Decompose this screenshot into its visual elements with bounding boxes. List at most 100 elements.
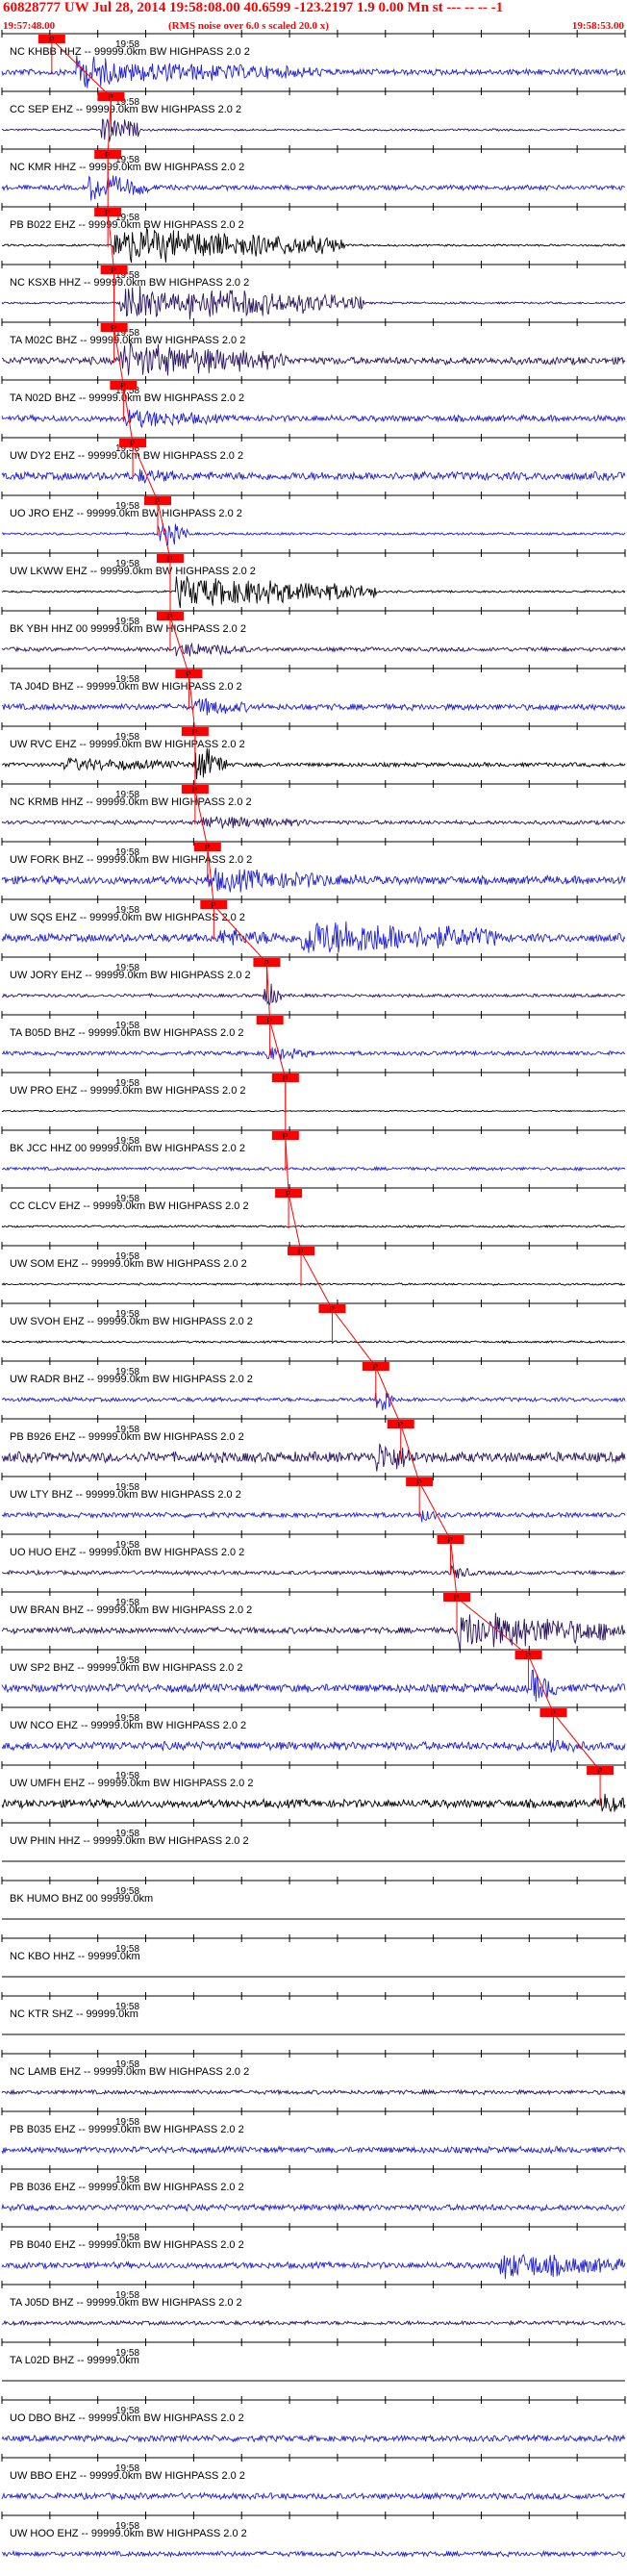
trace-2: 19:58NC KMR HHZ -- 99999.0km BW HIGHPASS… (1, 145, 626, 201)
station-label: UW PHIN HHZ -- 99999.0km BW HIGHPASS 2.0… (10, 1835, 249, 1847)
station-label: UW NCO EHZ -- 99999.0km BW HIGHPASS 2.0 … (10, 1720, 246, 1731)
station-label: NC KBO HHZ -- 99999.0km (10, 1951, 140, 1962)
trace-29: 19:58UW NCO EHZ -- 99999.0km BW HIGHPASS… (1, 1704, 626, 1754)
waveform (1, 2319, 626, 2327)
station-label: NC KRMB HHZ -- 99999.0km BW HIGHPASS 2.0… (10, 796, 252, 808)
station-label: PB B022 EHZ -- 99999.0km BW HIGHPASS 2.0… (10, 219, 244, 231)
station-label: UW LTY BHZ -- 99999.0km BW HIGHPASS 2.0 … (10, 1489, 241, 1501)
trace-38: 19:58PB B040 EHZ -- 99999.0km BW HIGHPAS… (1, 2223, 626, 2280)
waveform (1, 747, 626, 780)
trace-33: 19:58NC KBO HHZ -- 99999.0km (1, 1934, 626, 1978)
waveform (1, 1612, 626, 1654)
waveform (1, 468, 626, 484)
station-label: UW LKWW EHZ -- 99999.0km BW HIGHPASS 2.0… (10, 566, 256, 577)
waveform (1, 1225, 626, 1228)
waveform (1, 816, 626, 829)
trace-42: 19:58UW BBO EHZ -- 99999.0km BW HIGHPASS… (1, 2454, 626, 2501)
trace-4: 19:58NC KSXB HHZ -- 99999.0km BW HIGHPAS… (1, 261, 626, 320)
waveform (1, 1047, 626, 1060)
trace-25: 19:58UW LTY BHZ -- 99999.0km BW HIGHPASS… (1, 1473, 626, 1523)
station-label: NC KTR SHZ -- 99999.0km (10, 2008, 138, 2020)
waveform (1, 286, 626, 320)
waveform (1, 2203, 626, 2212)
trace-10: 19:58BK YBH HHZ 00 99999.0km BW HIGHPASS… (1, 607, 626, 657)
trace-8: 19:58UO JRO EHZ -- 99999.0km BW HIGHPASS… (1, 492, 626, 546)
waveform (1, 1510, 626, 1523)
waveform (1, 2145, 626, 2155)
trace-39: 19:58TA J05D BHZ -- 99999.0km BW HIGHPAS… (1, 2281, 626, 2327)
waveform (1, 409, 626, 429)
trace-5: 19:58TA M02C BHZ -- 99999.0km BW HIGHPAS… (1, 318, 626, 376)
trace-26: 19:58UO HUO EHZ -- 99999.0km BW HIGHPASS… (1, 1530, 626, 1578)
trace-28: 19:58UW SP2 BHZ -- 99999.0km BW HIGHPASS… (1, 1646, 626, 1703)
trace-17: 19:58TA B05D BHZ -- 99999.0km BW HIGHPAS… (1, 1011, 626, 1060)
station-label: PB B035 EHZ -- 99999.0km BW HIGHPASS 2.0… (10, 2124, 244, 2135)
trace-15: 19:58UW SQS EHZ -- 99999.0km BW HIGHPASS… (1, 896, 626, 953)
station-label: TA M02C BHZ -- 99999.0km BW HIGHPASS 2.0… (10, 335, 245, 346)
waveform (1, 921, 626, 953)
station-label: TA N02D BHZ -- 99999.0km BW HIGHPASS 2.0… (10, 392, 244, 404)
station-label: TA B05D BHZ -- 99999.0km BW HIGHPASS 2.0… (10, 1027, 244, 1039)
station-label: UO DBO BHZ -- 99999.0km BW HIGHPASS 2.0 … (10, 2412, 244, 2424)
station-label: BK HUMO BHZ 00 99999.0km (10, 1893, 153, 1905)
trace-19: 19:58BK JCC HHZ 00 99999.0km BW HIGHPASS… (1, 1126, 626, 1173)
station-label: BK JCC HHZ 00 99999.0km BW HIGHPASS 2.0 … (10, 1143, 245, 1154)
station-label: PB B926 EHZ -- 99999.0km BW HIGHPASS 2.0… (10, 1431, 244, 1443)
station-label: PB B036 EHZ -- 99999.0km BW HIGHPASS 2.0… (10, 2182, 244, 2193)
trace-14: 19:58UW FORK BHZ -- 99999.0km BW HIGHPAS… (1, 838, 626, 893)
trace-0: 19:58NC KHBB HHZ -- 99999.0km BW HIGHPAS… (1, 30, 626, 88)
trace-13: 19:58NC KRMB HHZ -- 99999.0km BW HIGHPAS… (1, 780, 626, 829)
station-label: UW SP2 BHZ -- 99999.0km BW HIGHPASS 2.0 … (10, 1662, 242, 1674)
waveform (1, 118, 626, 142)
station-label: TA J05D BHZ -- 99999.0km BW HIGHPASS 2.0… (10, 2297, 242, 2309)
trace-31: 19:58UW PHIN HHZ -- 99999.0km BW HIGHPAS… (1, 1819, 626, 1862)
waveform (1, 1564, 626, 1578)
station-label: UW SVOH EHZ -- 99999.0km BW HIGHPASS 2.0… (10, 1316, 253, 1327)
waveform (1, 1669, 626, 1703)
station-label: UW BRAN BHZ -- 99999.0km BW HIGHPASS 2.0… (10, 1604, 252, 1616)
station-label: BK YBH HHZ 00 99999.0km BW HIGHPASS 2.0 … (10, 623, 246, 635)
station-label: UW FORK BHZ -- 99999.0km BW HIGHPASS 2.0… (10, 854, 252, 866)
trace-34: 19:58NC KTR SHZ -- 99999.0km (1, 1992, 626, 2035)
waveform (1, 1340, 626, 1345)
waveform (1, 523, 626, 546)
waveform (1, 2434, 626, 2443)
pick-label: P (550, 1709, 555, 1718)
trace-7: 19:58UW DY2 EHZ -- 99999.0km BW HIGHPASS… (1, 434, 626, 484)
waveform (1, 1109, 626, 1113)
station-label: UW PRO EHZ -- 99999.0km BW HIGHPASS 2.0 … (10, 1085, 246, 1097)
station-label: UW UMFH EHZ -- 99999.0km BW HIGHPASS 2.0… (10, 1778, 253, 1789)
station-label: CC SEP EHZ -- 99999.0km BW HIGHPASS 2.0 … (10, 104, 241, 115)
trace-23: 19:58UW RADR BHZ -- 99999.0km BW HIGHPAS… (1, 1357, 626, 1411)
trace-43: 19:58UW HOO EHZ -- 99999.0km BW HIGHPASS… (1, 2512, 626, 2559)
waveform (1, 1443, 626, 1472)
station-label: UW RADR BHZ -- 99999.0km BW HIGHPASS 2.0… (10, 1374, 253, 1385)
trace-27: 19:58UW BRAN BHZ -- 99999.0km BW HIGHPAS… (1, 1588, 626, 1654)
waveform (1, 642, 626, 657)
waveform (1, 983, 626, 1007)
station-label: UW BBO EHZ -- 99999.0km BW HIGHPASS 2.0 … (10, 2470, 245, 2482)
waveform (1, 1392, 626, 1411)
waveform (1, 175, 625, 201)
waveform (1, 2088, 626, 2096)
trace-32: 19:58BK HUMO BHZ 00 99999.0km (1, 1877, 626, 1920)
waveform (1, 2491, 626, 2501)
trace-9: 19:58UW LKWW EHZ -- 99999.0km BW HIGHPAS… (1, 549, 626, 609)
trace-16: 19:58UW JORY EHZ -- 99999.0km BW HIGHPAS… (1, 953, 626, 1007)
waveform (1, 576, 626, 609)
waveform (1, 1165, 626, 1173)
station-label: UW RVC EHZ -- 99999.0km BW HIGHPASS 2.0 … (10, 739, 245, 750)
station-label: TA L02D BHZ -- 99999.0km (10, 2355, 139, 2366)
station-label: UW SQS EHZ -- 99999.0km BW HIGHPASS 2.0 … (10, 912, 245, 923)
trace-30: 19:58UW UMFH EHZ -- 99999.0km BW HIGHPAS… (1, 1761, 626, 1813)
waveform (1, 2254, 626, 2280)
waveform (1, 227, 626, 264)
trace-24: 19:58PB B926 EHZ -- 99999.0km BW HIGHPAS… (1, 1415, 626, 1472)
station-label: UW JORY EHZ -- 99999.0km BW HIGHPASS 2.0… (10, 970, 251, 981)
waveform (1, 1282, 626, 1286)
trace-18: 19:58UW PRO EHZ -- 99999.0km BW HIGHPASS… (1, 1069, 626, 1113)
station-label: UO HUO EHZ -- 99999.0km BW HIGHPASS 2.0 … (10, 1547, 244, 1558)
pick-label: P (329, 1305, 334, 1314)
waveform (1, 697, 626, 716)
station-label: PB B040 EHZ -- 99999.0km BW HIGHPASS 2.0… (10, 2239, 244, 2251)
